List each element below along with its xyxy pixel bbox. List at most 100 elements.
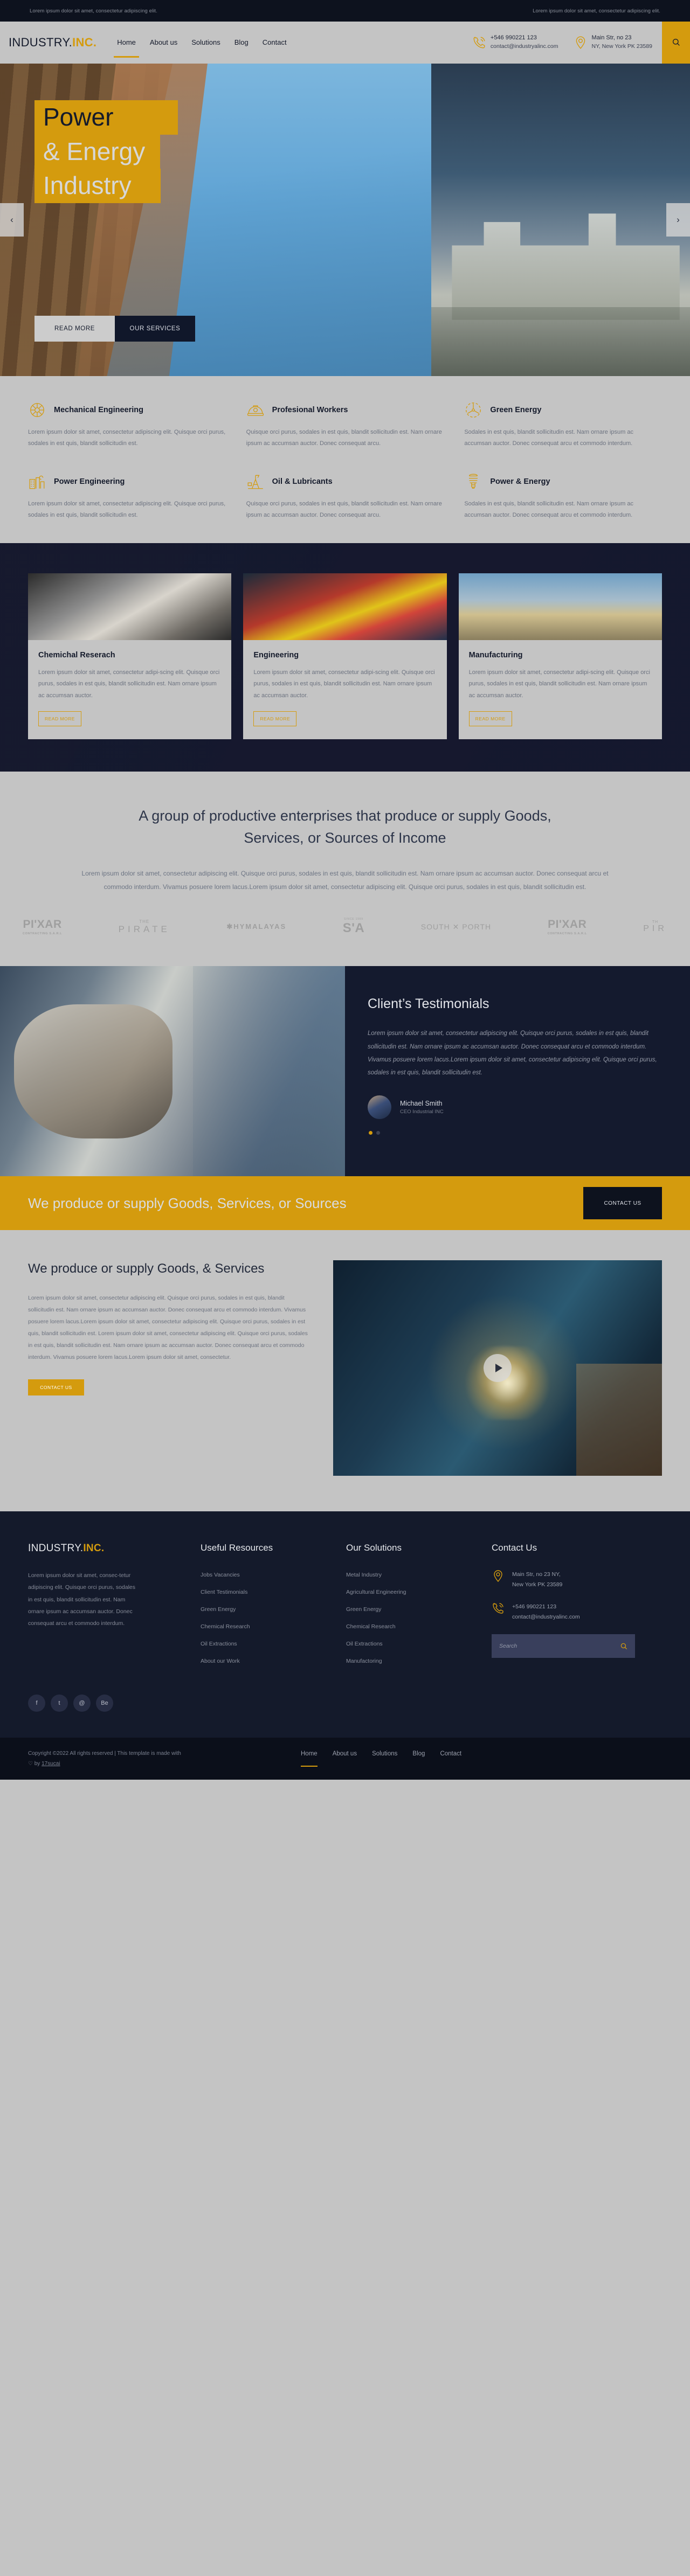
header-email: contact@industryalinc.com [490,43,558,50]
footer-nav-about-us[interactable]: About us [333,1751,357,1767]
gear-icon [28,401,46,419]
nav-item-solutions[interactable]: Solutions [191,22,220,64]
service-item-profesional-workers[interactable]: Profesional Workers Quisque orci purus, … [246,401,444,450]
list-item: Oil Extractions [201,1638,335,1648]
copyright-link[interactable]: 17sucai [42,1761,60,1767]
header-phone-block[interactable]: +546 990221 123 contact@industryalinc.co… [472,34,558,51]
service-item-power-engineering[interactable]: Power Engineering Lorem ipsum dolor sit … [28,473,226,522]
footer-link-solutions-oil-extractions[interactable]: Oil Extractions [346,1641,383,1647]
footer-solutions-column: Our Solutions Metal Industry Agricultura… [346,1543,481,1673]
produce-contact-us-button[interactable]: CONTACT US [28,1379,84,1396]
chevron-left-icon: ‹ [10,214,13,225]
produce-video-thumbnail[interactable] [333,1260,662,1476]
behance-icon[interactable]: Be [96,1695,113,1712]
hero-read-more-button[interactable]: READ MORE [34,316,115,342]
logo-main-text: INDUSTRY. [9,36,73,49]
service-item-mechanical-engineering[interactable]: Mechanical Engineering Lorem ipsum dolor… [28,401,226,450]
site-header: INDUSTRY.INC. Home About us Solutions Bl… [0,22,690,64]
testimonial-author-name: Michael Smith [400,1100,443,1107]
footer-link-client-testimonials[interactable]: Client Testimonials [201,1589,247,1595]
location-pin-icon [574,36,588,50]
factory-icon [28,473,46,491]
pagination-dot-1[interactable] [369,1131,372,1135]
star-icon: ✱ [226,922,234,931]
footer-link-solutions-chemical-research[interactable]: Chemical Research [346,1623,396,1630]
footer-solutions-title: Our Solutions [346,1543,402,1553]
nav-item-about-us[interactable]: About us [150,22,177,64]
list-item: Chemical Research [346,1621,481,1631]
footer-nav-solutions[interactable]: Solutions [372,1751,397,1767]
hero-title-line-3: Industry [34,169,161,203]
hero-prev-button[interactable]: ‹ [0,203,24,237]
brand-name: PI'XAR [23,918,62,931]
brand-logo-sa: SINCE 1969 S'A [343,918,365,936]
cta-banner: We produce or supply Goods, Services, or… [0,1176,690,1231]
hero-our-services-button[interactable]: OUR SERVICES [115,316,195,342]
footer-link-oil-extractions[interactable]: Oil Extractions [201,1641,237,1647]
list-item: Chemical Research [201,1621,335,1631]
nav-item-home[interactable]: Home [114,22,139,64]
twitter-icon[interactable]: t [51,1695,68,1712]
nav-item-blog[interactable]: Blog [234,22,249,64]
footer-link-green-energy[interactable]: Green Energy [201,1606,236,1613]
footer-nav-blog[interactable]: Blog [412,1751,425,1767]
card-read-more-button[interactable]: READ MORE [468,711,512,727]
site-logo[interactable]: INDUSTRY.INC. [9,36,96,50]
footer-search-box[interactable] [492,1634,635,1658]
service-item-green-energy[interactable]: Green Energy Sodales in est quis, blandi… [464,401,662,450]
footer-link-metal-industry[interactable]: Metal Industry [346,1572,382,1578]
footer-link-solutions-green-energy[interactable]: Green Energy [346,1606,381,1613]
cta-contact-us-button[interactable]: CONTACT US [583,1187,662,1220]
nav-item-contact[interactable]: Contact [263,22,287,64]
top-bar: Lorem ipsum dolor sit amet, consectetur … [0,0,690,22]
header-address-block[interactable]: Main Str, no 23 NY, New York PK 23589 [574,34,652,51]
card-chemichal-reserach[interactable]: Chemichal Reserach Lorem ipsum dolor sit… [28,573,232,740]
card-manufacturing[interactable]: Manufacturing Lorem ipsum dolor sit amet… [458,573,662,740]
pagination-dot-2[interactable] [376,1131,380,1135]
search-icon [672,38,680,48]
video-play-button[interactable] [484,1354,512,1383]
footer-search-button[interactable] [612,1642,635,1650]
list-item: Agricultural Engineering [346,1587,481,1596]
footer-link-chemical-research[interactable]: Chemical Research [201,1623,250,1630]
footer-link-agricultural-engineering[interactable]: Agricultural Engineering [346,1589,406,1595]
cta-text: We produce or supply Goods, Services, or… [28,1195,347,1211]
card-read-more-button[interactable]: READ MORE [38,711,81,727]
header-address-line2: NY, New York PK 23589 [591,43,652,50]
services-grid: Mechanical Engineering Lorem ipsum dolor… [0,401,690,522]
facebook-icon[interactable]: f [28,1695,45,1712]
footer-nav-home[interactable]: Home [301,1751,318,1767]
footer-contact-column: Contact Us Main Str, no 23 NY, New York … [492,1543,662,1673]
footer-link-about-our-work[interactable]: About our Work [201,1658,240,1664]
card-image [458,573,662,640]
hero-next-button[interactable]: › [666,203,690,237]
footer-phone-block[interactable]: +546 990221 123 contact@industryalinc.co… [492,1602,662,1622]
brand-subtitle: CONTRACTING S.A.R.L [547,932,587,936]
search-input[interactable] [492,1643,612,1649]
card-engineering[interactable]: Engineering Lorem ipsum dolor sit amet, … [243,573,447,740]
services-section: Mechanical Engineering Lorem ipsum dolor… [0,376,690,543]
brand-logo-hymalayas: ✱HYMALAYAS [226,922,286,931]
testimonials-heading: Client’s Testimonials [368,996,489,1012]
footer-link-manufactoring[interactable]: Manufactoring [346,1658,382,1664]
topbar-right-text: Lorem ipsum dolor sit amet, consectetur … [533,8,660,14]
footer-link-jobs-vacancies[interactable]: Jobs Vacancies [201,1572,240,1578]
footer-phone-number: +546 990221 123 [512,1603,557,1610]
hero-title-line-1: Power [34,100,178,135]
header-search-button[interactable] [662,22,690,64]
card-text: Lorem ipsum dolor sit amet, consectetur … [38,669,220,699]
card-read-more-button[interactable]: READ MORE [253,711,297,727]
phone-icon [492,1602,505,1615]
list-item: Manufactoring [346,1656,481,1665]
testimonial-pagination-dots[interactable] [369,1131,664,1135]
brand-logos-row: PI'XAR CONTRACTING S.A.R.L THE PIRATE ✱H… [0,894,690,966]
footer-address-block[interactable]: Main Str, no 23 NY, New York PK 23589 [492,1570,662,1590]
service-item-power-energy[interactable]: Power & Energy Sodales in est quis, blan… [464,473,662,522]
dribbble-icon[interactable]: @ [73,1695,91,1712]
produce-paragraph: Lorem ipsum dolor sit amet, consectetur … [28,1294,308,1361]
footer-logo[interactable]: INDUSTRY.INC. [28,1543,190,1554]
service-title: Profesional Workers [272,406,348,414]
footer-nav-contact[interactable]: Contact [440,1751,461,1767]
service-item-oil-lubricants[interactable]: Oil & Lubricants Quisque orci purus, sod… [246,473,444,522]
brand-logo-pixar-1: PI'XAR CONTRACTING S.A.R.L [23,918,62,935]
